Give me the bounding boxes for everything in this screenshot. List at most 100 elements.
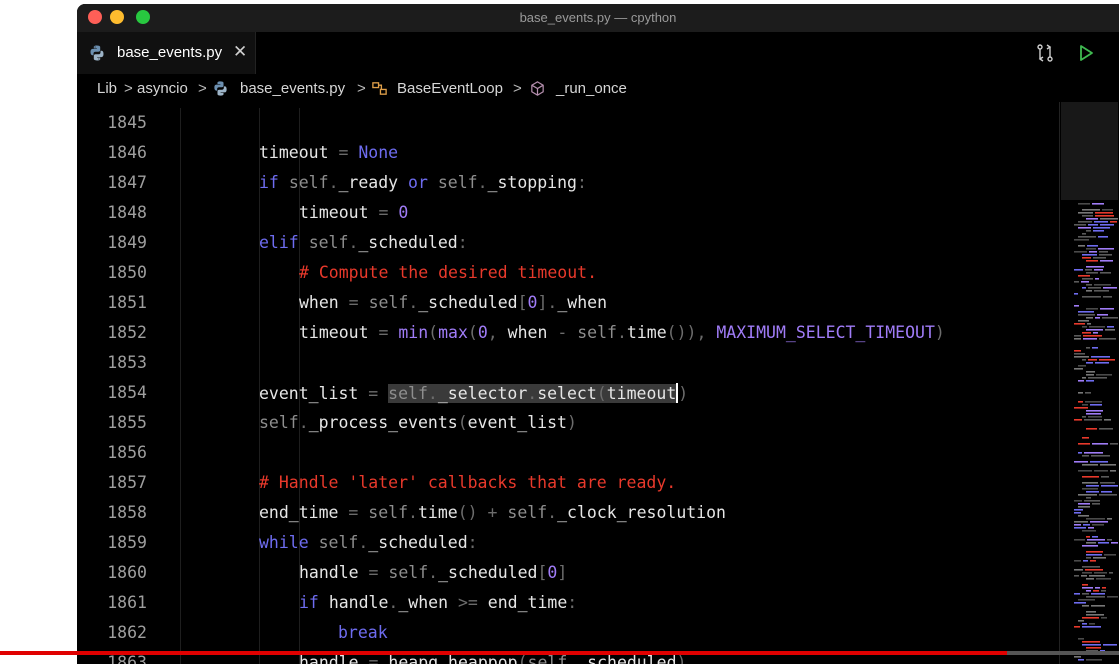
token: ( [596,384,607,403]
minimap-line [1100,482,1115,484]
token: MAXIMUM_SELECT_TIMEOUT [716,323,935,342]
code-line: 1846 timeout = None [77,138,1057,168]
class-icon [372,82,387,95]
minimap-line [1086,230,1091,232]
minimap-line [1082,254,1097,256]
compare-changes-icon[interactable] [1035,43,1055,63]
token: if [299,593,319,612]
minimap-line [1103,287,1117,289]
minimap-line [1095,278,1099,280]
minimap-line [1086,491,1099,493]
minimap-line [1096,578,1111,580]
minimap-line [1074,335,1081,337]
line-number: 1857 [107,473,147,492]
token: min [398,323,429,342]
token: () [666,323,687,342]
minimap-line [1082,587,1093,589]
minimap-line [1078,311,1094,313]
breadcrumb-lib[interactable]: Lib [97,80,117,97]
code-text: timeout = min(max(0, when - self.time())… [299,323,945,342]
token: ) [686,323,697,342]
token: . [328,173,339,192]
minimap-line [1102,587,1106,589]
minimap-line [1074,269,1083,271]
minimap-line [1101,617,1107,619]
breadcrumb-method[interactable]: _run_once [556,80,627,97]
token: . [427,384,438,403]
minimap-line [1086,362,1093,364]
minimap-line [1088,416,1102,418]
code-text: if self._ready or self._stopping: [259,173,587,192]
minimap-line [1086,428,1097,430]
minimap-line [1078,221,1092,223]
minimap-line [1082,326,1087,328]
minimap-line [1082,287,1086,289]
close-tab-icon[interactable]: ✕ [233,42,247,62]
run-icon[interactable] [1076,43,1096,63]
token: max [438,323,468,342]
minimap-line [1089,623,1095,625]
minimap-line [1090,560,1096,562]
code-text: break [338,623,388,642]
video-progress-bar[interactable] [0,651,1119,655]
line-number: 1859 [107,533,147,552]
minimap-line [1074,521,1088,523]
minimap-viewport[interactable] [1061,102,1118,200]
minimap-line [1074,509,1083,511]
code-text: timeout = None [259,143,398,162]
minimap-line [1074,293,1078,295]
minimap-line [1094,284,1111,286]
minimap-line [1086,536,1090,538]
minimap-line [1086,374,1094,376]
minimap-line [1078,320,1089,322]
minimap-line [1078,314,1095,316]
minimap-line [1093,227,1110,229]
token: select [537,384,597,403]
minimap-line [1074,500,1082,502]
token: . [348,233,359,252]
token: or [398,173,438,192]
minimap-line [1110,443,1118,445]
minimap-line [1099,338,1116,340]
minimap-line [1082,566,1100,568]
code-text: event_list = self._selector.select(timeo… [259,383,688,403]
minimap-line [1086,347,1090,349]
token: _selector [437,384,528,403]
minimap-line [1082,572,1092,574]
code-editor[interactable]: 1845 1846 timeout = None 1847 if self._r… [77,108,1057,664]
selection-highlight: self._selector.select(timeout [388,384,677,403]
minimap-line [1083,335,1102,337]
minimap-line [1089,251,1097,253]
token: timeout [606,384,677,403]
token: when [299,293,339,312]
minimap-line [1101,476,1109,478]
minimap-line [1078,470,1092,472]
minimap-line [1099,251,1108,253]
token: time [626,323,667,342]
minimap-line [1078,494,1097,496]
token: _when [398,593,449,612]
token: if [259,173,279,192]
minimap-line [1086,284,1092,286]
breadcrumb-separator: > [513,80,522,97]
breadcrumb-file[interactable]: base_events.py [240,80,345,97]
token: self [577,323,617,342]
minimap-line [1107,518,1112,520]
minimap-line [1111,542,1118,544]
token: ( [467,323,478,342]
breadcrumb-asyncio[interactable]: asyncio [137,80,188,97]
code-line: 1849 elif self._scheduled: [77,228,1057,258]
token: , [696,323,717,342]
breadcrumb-class[interactable]: BaseEventLoop [397,80,503,97]
minimap-line [1074,512,1081,514]
tab-base-events[interactable]: base_events.py ✕ [77,32,256,74]
minimap[interactable] [1059,102,1119,664]
token: = [328,143,359,162]
token: handle [328,593,389,612]
minimap-line [1074,602,1086,604]
minimap-line [1102,317,1118,319]
code-text: # Compute the desired timeout. [299,263,597,282]
token: [ [517,293,528,312]
breadcrumb-separator: > [357,80,366,97]
